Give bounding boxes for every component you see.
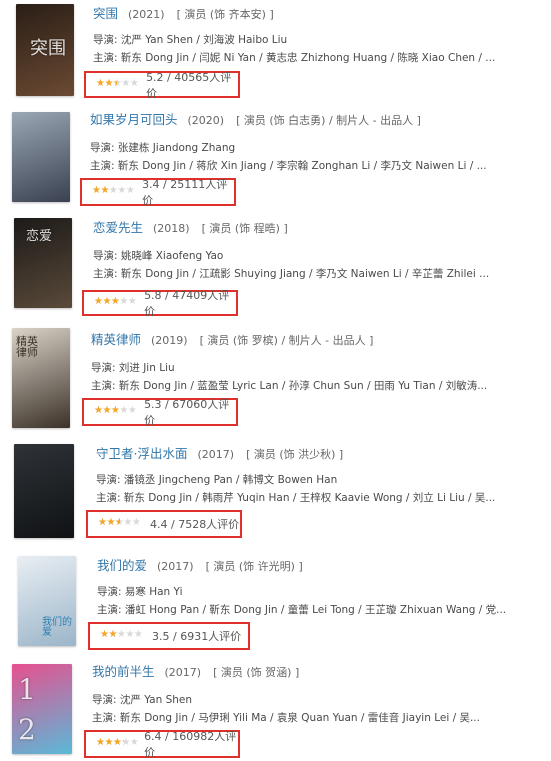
cast-text: 主演: 潘虹 Hong Pan / 靳东 Dong Jin / 童蕾 Lei T…: [97, 604, 507, 616]
year-label: (2017): [164, 666, 202, 679]
drama-title-link[interactable]: 守卫者·浮出水面: [96, 446, 187, 461]
role-label: [ 演员 (饰 贺涵) ]: [213, 666, 300, 679]
star-rating-icon: ★★★★★★★★★★: [98, 517, 141, 528]
rating-text: 6.4 / 160982人评价: [144, 730, 237, 759]
cast-text: 主演: 靳东 Dong Jin / 闫妮 Ni Yan / 黄志忠 Zhizho…: [93, 52, 496, 64]
year-label: (2018): [153, 222, 190, 235]
director-text: 导演: 刘进 Jin Liu: [91, 362, 175, 374]
rating-text: 3.5 / 6931人评价: [152, 630, 242, 643]
rating-highlight-box: ★★★★★★★★★★ 5.2 / 40565人评价: [84, 70, 240, 100]
star-rating-icon: ★★★★★★★★★★: [94, 296, 137, 307]
rating-highlight-box: ★★★★★★★★★★ 3.4 / 25111人评价: [80, 178, 236, 207]
year-label: (2019): [151, 334, 188, 347]
role-label: [ 演员 (饰 齐本安) ]: [176, 8, 274, 21]
poster-image[interactable]: 我们的爱: [18, 556, 76, 646]
role-label: [ 演员 (饰 罗槟) / 制片人 - 出品人 ]: [199, 334, 374, 347]
year-label: (2021): [128, 8, 165, 21]
rating-text: 5.2 / 40565人评价: [146, 70, 232, 100]
role-label: [ 演员 (饰 洪少秋) ]: [246, 448, 344, 461]
drama-title-link[interactable]: 精英律师: [91, 332, 141, 347]
role-label: [ 演员 (饰 白志勇) / 制片人 - 出品人 ]: [236, 114, 421, 127]
cast-text: 主演: 靳东 Dong Jin / 蒋欣 Xin Jiang / 李宗翰 Zon…: [90, 160, 487, 172]
list-item: 精英律师 精英律师 (2019) [ 演员 (饰 罗槟) / 制片人 - 出品人 ]…: [0, 324, 551, 430]
list-item: 突围 突围 (2021) [ 演员 (饰 齐本安) ] 导演: 沈严 Yan She…: [0, 0, 551, 100]
list-item: 恋爱 恋爱先生 (2018) [ 演员 (饰 程晧) ] 导演: 姚晓峰 Xiaof…: [0, 214, 551, 318]
director-text: 导演: 沈严 Yan Shen: [92, 694, 193, 706]
director-text: 导演: 姚晓峰 Xiaofeng Yao: [93, 250, 224, 262]
poster-image[interactable]: [12, 112, 70, 202]
director-text: 导演: 张建栋 Jiandong Zhang: [90, 142, 236, 154]
cast-text: 主演: 靳东 Dong Jin / 蓝盈莹 Lyric Lan / 孙淳 Chu…: [91, 380, 488, 392]
cast-text: 主演: 靳东 Dong Jin / 韩雨芹 Yuqin Han / 王梓权 Ka…: [96, 492, 496, 504]
rating-highlight-box: ★★★★★★★★★★ 4.4 / 7528人评价: [86, 510, 242, 538]
poster-image[interactable]: 精英律师: [12, 328, 70, 428]
cast-text: 主演: 靳东 Dong Jin / 江疏影 Shuying Jiang / 李乃…: [93, 268, 490, 280]
drama-title-link[interactable]: 我的前半生: [92, 664, 155, 679]
star-rating-icon: ★★★★★★★★★★: [96, 737, 139, 748]
list-item: 1 2 我的前半生 (2017) [ 演员 (饰 贺涵) ] 导演: 沈严 Yan …: [0, 660, 551, 760]
drama-title-link[interactable]: 我们的爱: [97, 558, 147, 573]
drama-title-link[interactable]: 突围: [93, 6, 118, 21]
list-item: 我们的爱 我们的爱 (2017) [ 演员 (饰 许光明) ] 导演: 易寒 Han…: [0, 552, 551, 652]
year-label: (2017): [157, 560, 194, 573]
poster-image[interactable]: 1 2: [12, 664, 72, 754]
poster-image[interactable]: [14, 444, 74, 538]
drama-title-link[interactable]: 恋爱先生: [93, 220, 143, 235]
star-rating-icon: ★★★★★★★★★★: [100, 629, 143, 640]
role-label: [ 演员 (饰 程晧) ]: [201, 222, 288, 235]
rating-text: 3.4 / 25111人评价: [142, 178, 228, 207]
star-rating-icon: ★★★★★★★★★★: [94, 405, 137, 416]
poster-image[interactable]: 突围: [16, 4, 74, 96]
rating-highlight-box: ★★★★★★★★★★ 6.4 / 160982人评价: [84, 730, 240, 759]
rating-text: 5.3 / 67060人评价: [144, 398, 230, 427]
star-rating-icon: ★★★★★★★★★★: [96, 77, 139, 89]
poster-image[interactable]: 恋爱: [14, 218, 72, 308]
rating-text: 4.4 / 7528人评价: [150, 518, 240, 531]
list-item: 守卫者·浮出水面 (2017) [ 演员 (饰 洪少秋) ] 导演: 潘镜丞 Jin…: [0, 440, 551, 540]
drama-title-link[interactable]: 如果岁月可回头: [90, 112, 178, 127]
rating-text: 5.8 / 47409人评价: [144, 289, 230, 318]
director-text: 导演: 潘镜丞 Jingcheng Pan / 韩博文 Bowen Han: [96, 474, 338, 486]
director-text: 导演: 沈严 Yan Shen / 刘海波 Haibo Liu: [93, 34, 288, 46]
rating-highlight-box: ★★★★★★★★★★ 3.5 / 6931人评价: [88, 622, 250, 650]
year-label: (2017): [197, 448, 235, 461]
cast-text: 主演: 靳东 Dong Jin / 马伊琍 Yili Ma / 袁泉 Quan …: [92, 712, 480, 724]
star-rating-icon: ★★★★★★★★★★: [92, 185, 135, 196]
director-text: 导演: 易寒 Han Yi: [97, 586, 183, 598]
rating-highlight-box: ★★★★★★★★★★ 5.8 / 47409人评价: [82, 289, 238, 318]
rating-highlight-box: ★★★★★★★★★★ 5.3 / 67060人评价: [82, 398, 238, 427]
year-label: (2020): [187, 114, 225, 127]
list-item: 如果岁月可回头 (2020)[ 演员 (饰 白志勇) / 制片人 - 出品人 ] …: [0, 106, 551, 207]
role-label: [ 演员 (饰 许光明) ]: [205, 560, 303, 573]
